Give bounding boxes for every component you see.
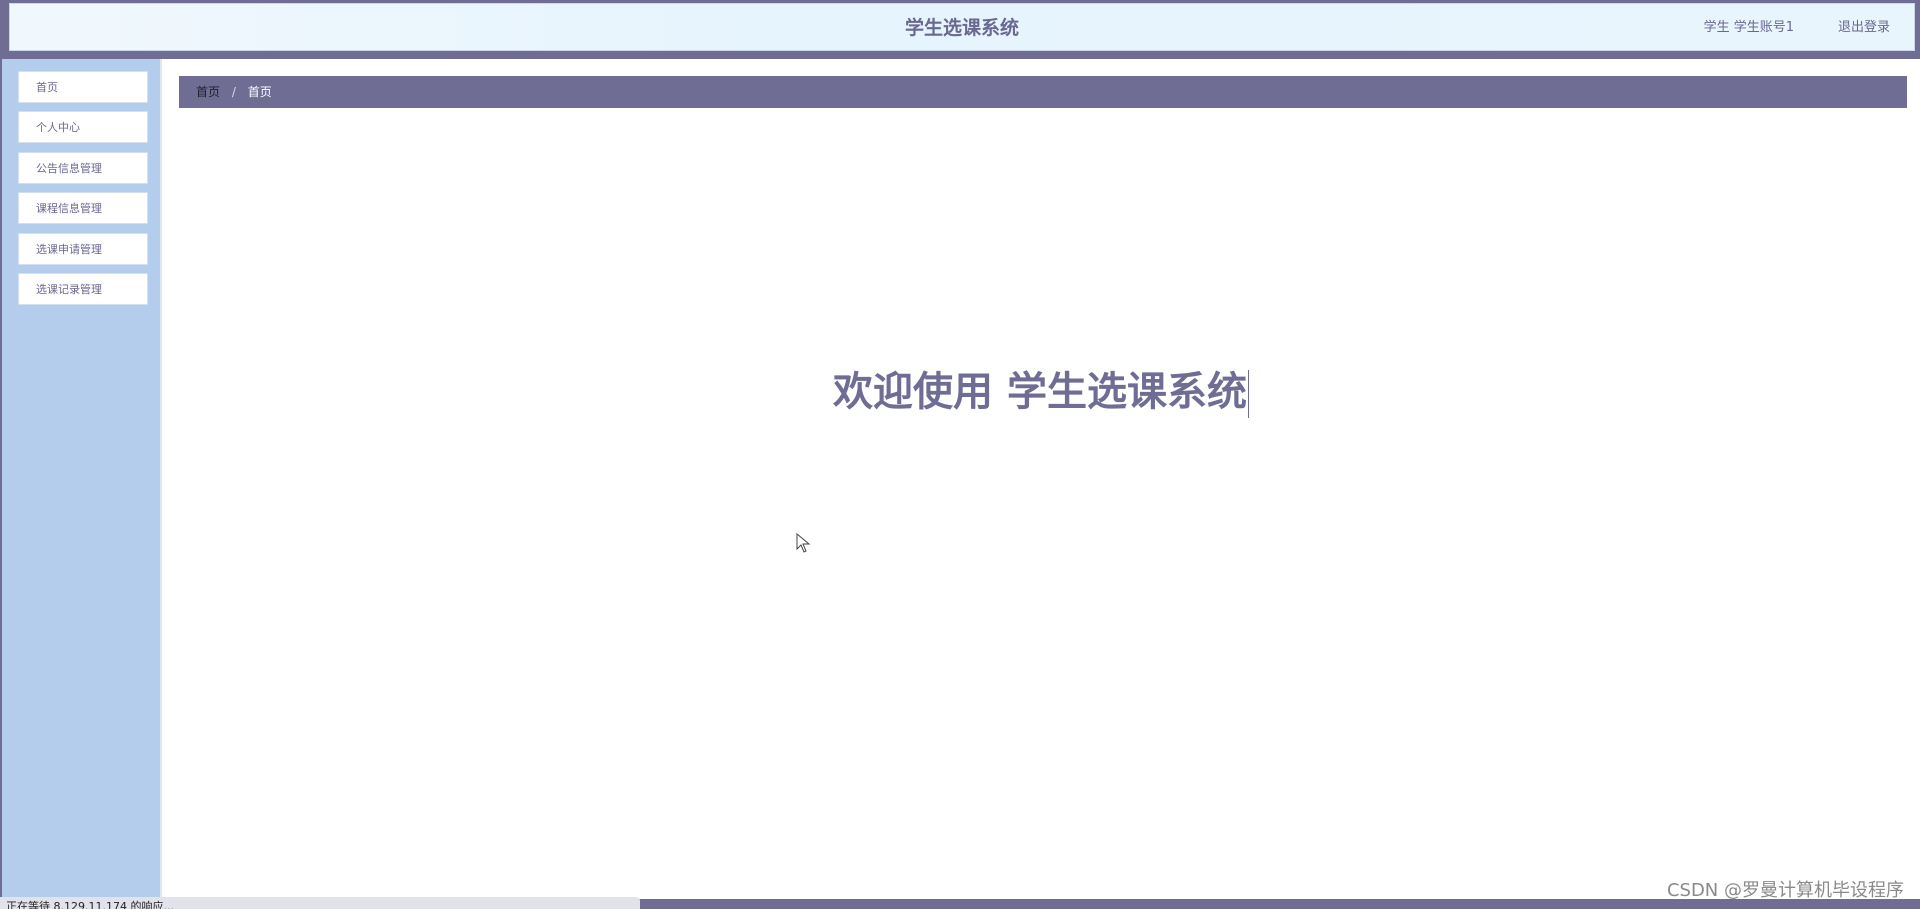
welcome-text: 欢迎使用 学生选课系统 bbox=[833, 369, 1247, 415]
sidebar-item-course-management[interactable]: 课程信息管理 bbox=[18, 192, 148, 224]
current-user-label: 学生 学生账号1 bbox=[1703, 20, 1794, 35]
text-caret bbox=[1247, 370, 1249, 418]
sidebar: 首页 个人中心 公告信息管理 课程信息管理 选课申请管理 选课记录管理 bbox=[2, 59, 160, 899]
mouse-pointer-icon bbox=[796, 533, 811, 553]
app-title: 学生选课系统 bbox=[904, 17, 1019, 39]
welcome-heading: 欢迎使用 学生选课系统 bbox=[162, 359, 1920, 418]
sidebar-item-announcement-management[interactable]: 公告信息管理 bbox=[18, 152, 148, 184]
main-content: 首页 / 首页 欢迎使用 学生选课系统 bbox=[162, 59, 1920, 899]
sidebar-item-personal-center[interactable]: 个人中心 bbox=[18, 111, 148, 143]
breadcrumb-separator: / bbox=[231, 85, 236, 99]
breadcrumb-current: 首页 bbox=[247, 85, 272, 99]
sidebar-item-course-record-management[interactable]: 选课记录管理 bbox=[18, 273, 148, 305]
browser-status-bar: 正在等待 8.129.11.174 的响应... bbox=[0, 897, 640, 909]
sidebar-item-course-application-management[interactable]: 选课申请管理 bbox=[18, 233, 148, 265]
sidebar-item-home[interactable]: 首页 bbox=[18, 71, 148, 103]
logout-link[interactable]: 退出登录 bbox=[1838, 4, 1890, 52]
breadcrumb: 首页 / 首页 bbox=[179, 76, 1907, 108]
breadcrumb-home-link[interactable]: 首页 bbox=[196, 85, 220, 99]
csdn-watermark: CSDN @罗曼计算机毕设程序 bbox=[1666, 880, 1904, 901]
top-header: 学生选课系统 学生 学生账号1 退出登录 bbox=[9, 3, 1915, 51]
status-text: 正在等待 8.129.11.174 的响应... bbox=[6, 900, 174, 909]
